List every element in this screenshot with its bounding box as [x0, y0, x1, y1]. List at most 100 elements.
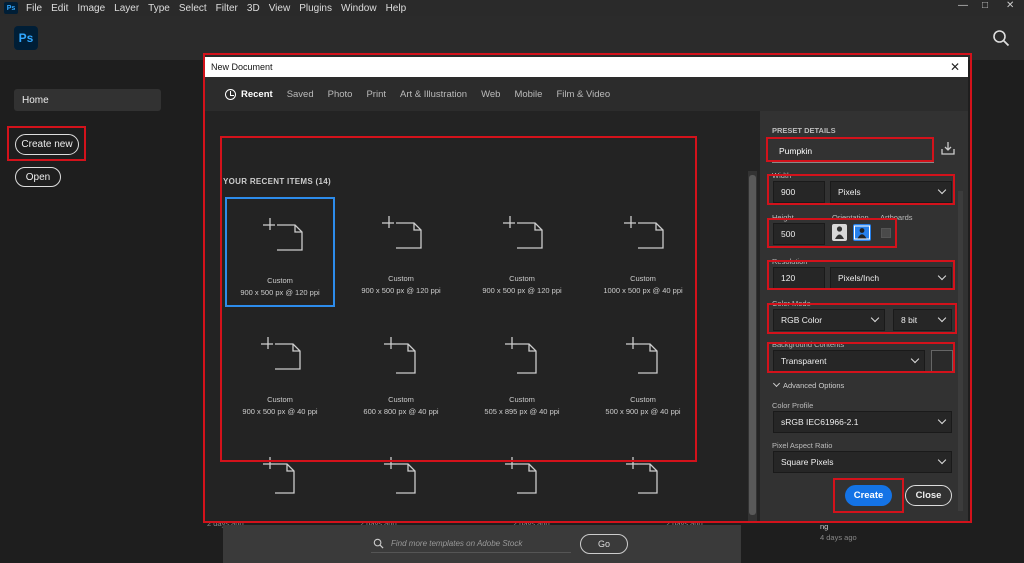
recent-items-count: (14) — [315, 177, 331, 186]
tab-mobile[interactable]: Mobile — [514, 89, 542, 100]
tile-size: 900 x 500 px @ 40 ppi — [242, 407, 318, 416]
menu-image[interactable]: Image — [77, 3, 105, 14]
pixel-aspect-select[interactable]: Square Pixels — [773, 451, 952, 473]
width-unit-select[interactable]: Pixels — [830, 181, 952, 203]
search-icon[interactable] — [992, 29, 1010, 47]
close-icon[interactable]: ✕ — [950, 60, 960, 74]
recent-item-tile[interactable]: Custom 900 x 500 px @ 120 ppi — [467, 197, 577, 307]
tile-size: 500 x 900 px @ 40 ppi — [605, 407, 681, 416]
resolution-unit-value: Pixels/Inch — [838, 273, 880, 283]
menu-3d[interactable]: 3D — [247, 3, 260, 14]
chevron-down-icon — [937, 185, 947, 195]
tab-art-illustration[interactable]: Art & Illustration — [400, 89, 467, 100]
resolution-label: Resolution — [772, 257, 808, 266]
pixel-aspect-value: Square Pixels — [781, 457, 834, 467]
menu-type[interactable]: Type — [148, 3, 170, 14]
chevron-down-icon — [870, 313, 880, 323]
chevron-down-icon — [910, 354, 920, 364]
menu-plugins[interactable]: Plugins — [299, 3, 332, 14]
recent-item-tile[interactable]: Custom 900 x 500 px @ 120 ppi — [225, 197, 335, 307]
color-mode-value: RGB Color — [781, 315, 823, 325]
chevron-down-icon — [937, 271, 947, 281]
orientation-label: Orientation — [832, 213, 869, 222]
recent-item-tile[interactable]: Custom 900 x 500 px @ 40 ppi — [225, 318, 335, 428]
recent-item-tile[interactable]: Custom 500 x 900 px @ 40 ppi — [588, 318, 698, 428]
landscape-icon[interactable] — [853, 224, 871, 241]
tile-size: 505 x 895 px @ 40 ppi — [484, 407, 560, 416]
recent-scrollbar[interactable] — [748, 171, 757, 521]
menu-filter[interactable]: Filter — [216, 3, 238, 14]
menu-select[interactable]: Select — [179, 3, 207, 14]
color-mode-select[interactable]: RGB Color — [773, 309, 885, 331]
sidebar-item-home[interactable]: Home — [14, 89, 161, 111]
recent-item-tile[interactable]: Custom 1000 x 500 px @ 40 ppi — [588, 197, 698, 307]
recent-item-tile[interactable]: Custom 505 x 895 px @ 40 ppi — [467, 318, 577, 428]
recent-item-tile[interactable]: Custom 900 x 500 px @ 120 ppi — [346, 197, 456, 307]
advanced-options-toggle[interactable]: Advanced Options — [772, 379, 844, 390]
app-header — [0, 16, 1024, 60]
color-profile-value: sRGB IEC61966-2.1 — [781, 417, 859, 427]
height-input[interactable]: 500 — [773, 223, 825, 245]
menu-help[interactable]: Help — [386, 3, 407, 14]
menu-edit[interactable]: Edit — [51, 3, 68, 14]
portrait-icon[interactable] — [832, 224, 847, 241]
tab-web[interactable]: Web — [481, 89, 500, 100]
create-button[interactable]: Create — [845, 485, 892, 506]
color-mode-label: Color Mode — [772, 299, 811, 308]
tile-name: Custom — [267, 395, 293, 404]
menu-window[interactable]: Window — [341, 3, 377, 14]
color-profile-select[interactable]: sRGB IEC61966-2.1 — [773, 411, 952, 433]
stock-search-input[interactable]: Find more templates on Adobe Stock — [371, 535, 571, 553]
recent-item-tile[interactable]: Custom 600 x 800 px @ 40 ppi — [346, 318, 456, 428]
document-icon — [502, 215, 544, 253]
recent-items-panel: YOUR RECENT ITEMS (14) Custom 900 x 500 p… — [205, 111, 760, 563]
menu-layer[interactable]: Layer — [114, 3, 139, 14]
document-icon — [262, 217, 304, 255]
tile-size: 900 x 500 px @ 120 ppi — [482, 286, 562, 295]
dialog-title: New Document — [211, 62, 273, 72]
resolution-unit-select[interactable]: Pixels/Inch — [830, 267, 952, 289]
width-label: Width — [772, 171, 792, 180]
recent-item-tile[interactable]: Custom — [346, 438, 456, 516]
tab-print[interactable]: Print — [366, 89, 386, 100]
tab-photo[interactable]: Photo — [328, 89, 353, 100]
save-preset-icon[interactable] — [941, 141, 955, 155]
preset-scrollbar[interactable] — [958, 191, 963, 511]
document-icon — [623, 456, 665, 494]
tile-size: 900 x 500 px @ 120 ppi — [240, 288, 320, 297]
preset-name-input[interactable]: Pumpkin — [772, 141, 934, 163]
tab-recent[interactable]: Recent — [225, 88, 273, 100]
width-input[interactable]: 900 — [773, 181, 825, 203]
tab-film-video[interactable]: Film & Video — [556, 89, 610, 100]
document-icon — [502, 456, 544, 494]
background-color-swatch[interactable] — [931, 350, 953, 372]
scrollbar-thumb[interactable] — [749, 175, 756, 515]
recent-item-tile[interactable]: Custom — [588, 438, 698, 516]
document-icon — [381, 336, 423, 374]
menu-view[interactable]: View — [269, 3, 291, 14]
document-icon — [623, 215, 665, 253]
menu-file[interactable]: File — [26, 3, 42, 14]
tile-name: Custom — [267, 276, 293, 285]
document-icon — [260, 336, 302, 374]
create-new-button[interactable]: Create new — [15, 134, 79, 155]
open-button[interactable]: Open — [15, 167, 61, 187]
go-button[interactable]: Go — [580, 534, 628, 554]
close-button[interactable]: Close — [905, 485, 952, 506]
bit-depth-select[interactable]: 8 bit — [893, 309, 952, 331]
window-close-button[interactable]: ✕ — [1006, 0, 1014, 11]
pixel-aspect-label: Pixel Aspect Ratio — [772, 441, 833, 450]
resolution-input[interactable]: 120 — [773, 267, 825, 289]
background-contents-select[interactable]: Transparent — [773, 350, 925, 372]
minimize-button[interactable]: — — [958, 0, 968, 11]
preset-tabs: Recent Saved Photo Print Art & Illustrat… — [205, 77, 968, 111]
document-icon — [623, 336, 665, 374]
artboards-checkbox[interactable] — [881, 228, 891, 238]
tile-name: Custom — [630, 395, 656, 404]
recent-item-tile[interactable]: Custom — [225, 438, 335, 516]
tile-size: 600 x 800 px @ 40 ppi — [363, 407, 439, 416]
tab-saved[interactable]: Saved — [287, 89, 314, 100]
maximize-button[interactable]: □ — [982, 0, 988, 11]
chevron-down-icon — [937, 415, 947, 425]
recent-item-tile[interactable]: Custom — [467, 438, 577, 516]
